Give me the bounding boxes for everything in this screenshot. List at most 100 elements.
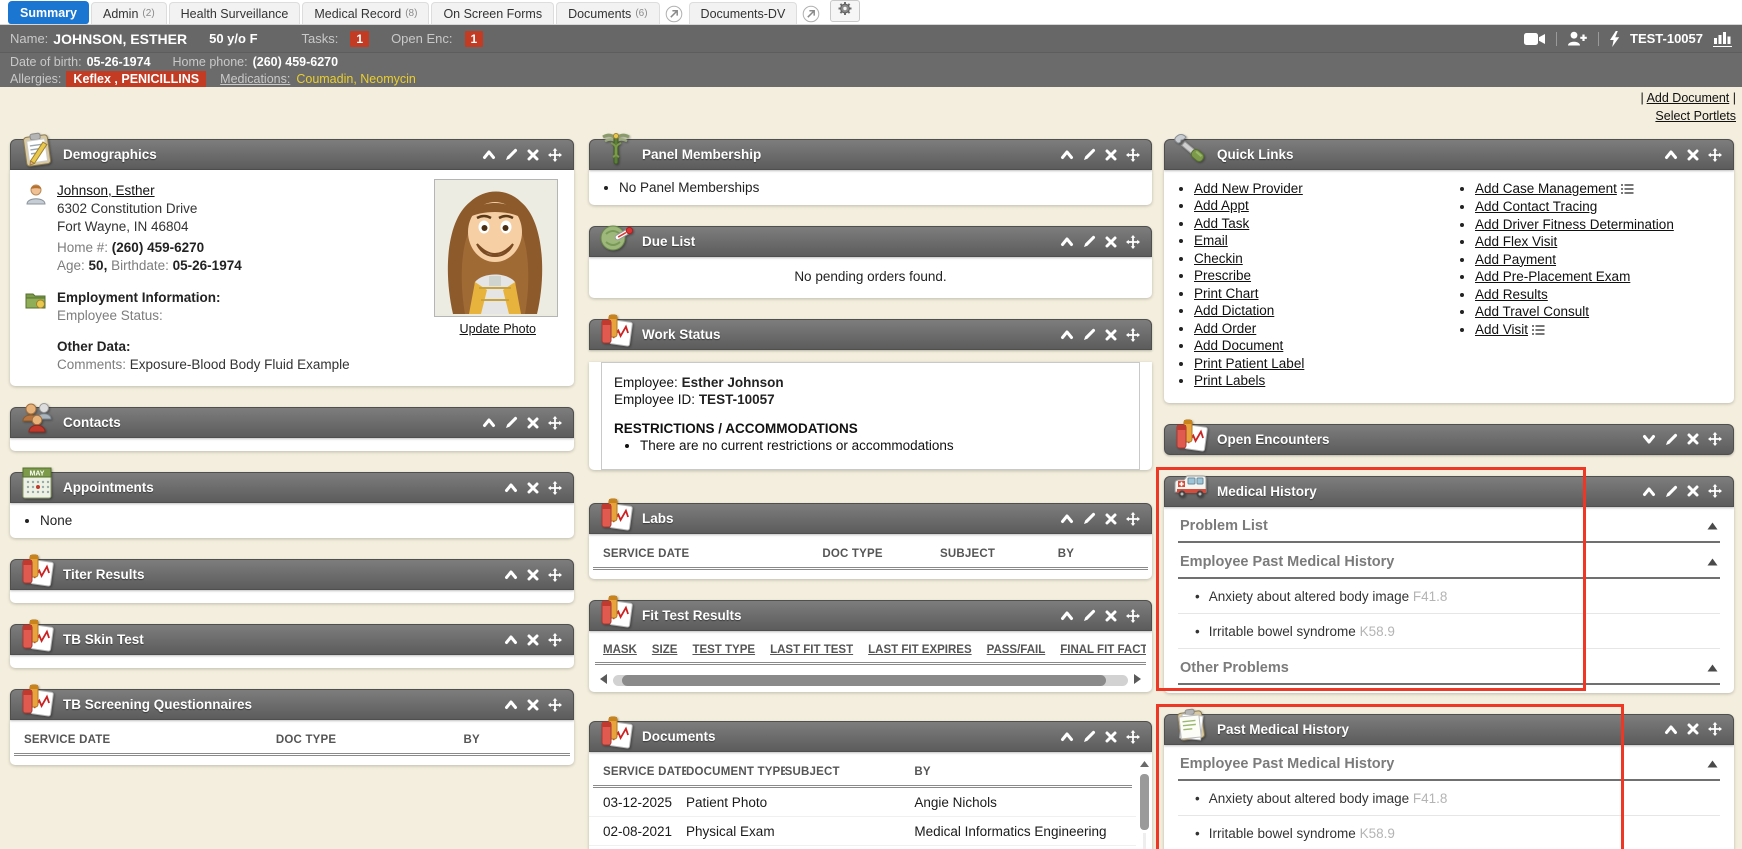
scroll-left-icon[interactable]: [599, 673, 608, 688]
medications-value[interactable]: Coumadin, Neomycin: [296, 72, 416, 86]
history-section-header-other-problems[interactable]: Other Problems: [1178, 649, 1720, 685]
close-icon[interactable]: [1105, 731, 1117, 743]
allergies-badge[interactable]: Keflex , PENICILLINS: [66, 71, 206, 87]
close-icon[interactable]: [1687, 485, 1699, 497]
quick-link-prescribe[interactable]: Prescribe: [1194, 268, 1251, 283]
history-item[interactable]: •Anxiety about altered body image F41.8: [1178, 781, 1720, 816]
section-collapse-icon[interactable]: [1707, 660, 1718, 676]
close-icon[interactable]: [527, 569, 539, 581]
collapse-icon[interactable]: [1642, 486, 1656, 497]
chart-icon[interactable]: [1713, 31, 1732, 47]
quick-link-add-pre-placement-exam[interactable]: Add Pre-Placement Exam: [1475, 269, 1630, 284]
quick-link-add-visit[interactable]: Add Visit: [1475, 322, 1528, 337]
close-icon[interactable]: [1105, 329, 1117, 341]
history-item[interactable]: •Anxiety about altered body image F41.8: [1178, 579, 1720, 614]
close-icon[interactable]: [527, 634, 539, 646]
video-camera-icon[interactable]: [1524, 32, 1546, 46]
collapse-icon[interactable]: [1664, 724, 1678, 735]
collapse-icon[interactable]: [504, 634, 518, 645]
quick-link-add-travel-consult[interactable]: Add Travel Consult: [1475, 304, 1589, 319]
tab-settings-button[interactable]: [830, 0, 860, 22]
panel-membership-header[interactable]: Panel Membership: [589, 139, 1152, 170]
add-document-link[interactable]: Add Document: [1647, 91, 1730, 105]
move-icon[interactable]: [1708, 484, 1722, 498]
move-icon[interactable]: [548, 481, 562, 495]
expand-icon[interactable]: [1642, 434, 1656, 445]
close-icon[interactable]: [1687, 723, 1699, 735]
tab-on-screen-forms[interactable]: On Screen Forms: [431, 2, 554, 24]
quick-link-add-new-provider[interactable]: Add New Provider: [1194, 181, 1303, 196]
labs-header[interactable]: Labs: [589, 503, 1152, 534]
quick-link-add-contact-tracing[interactable]: Add Contact Tracing: [1475, 199, 1597, 214]
quick-link-add-flex-visit[interactable]: Add Flex Visit: [1475, 234, 1557, 249]
move-icon[interactable]: [1126, 512, 1140, 526]
close-icon[interactable]: [527, 482, 539, 494]
quick-link-print-chart[interactable]: Print Chart: [1194, 286, 1259, 301]
contacts-header[interactable]: Contacts: [10, 407, 574, 438]
close-icon[interactable]: [1687, 433, 1699, 445]
select-portlets-link[interactable]: Select Portlets: [1655, 109, 1736, 123]
history-section-header-employee-past-medical-history[interactable]: Employee Past Medical History: [1178, 543, 1720, 579]
move-icon[interactable]: [548, 698, 562, 712]
menu-list-icon[interactable]: [1621, 182, 1634, 197]
close-icon[interactable]: [1105, 236, 1117, 248]
horizontal-scrollbar[interactable]: [599, 673, 1142, 692]
past-medical-history-header[interactable]: Past Medical History: [1164, 714, 1734, 745]
quick-link-add-dictation[interactable]: Add Dictation: [1194, 303, 1274, 318]
close-icon[interactable]: [1105, 149, 1117, 161]
quick-link-add-driver-fitness-determination[interactable]: Add Driver Fitness Determination: [1475, 217, 1674, 232]
close-icon[interactable]: [1105, 610, 1117, 622]
edit-icon[interactable]: [505, 148, 518, 161]
lightning-icon[interactable]: [1609, 31, 1620, 47]
collapse-icon[interactable]: [504, 699, 518, 710]
tab-admin[interactable]: Admin(2): [91, 2, 167, 24]
move-icon[interactable]: [1126, 235, 1140, 249]
medical-history-header[interactable]: Medical History: [1164, 476, 1734, 507]
move-icon[interactable]: [1708, 432, 1722, 446]
table-row[interactable]: 02-08-2021Physical ExamMedical Informati…: [589, 817, 1136, 846]
fit-test-column-header[interactable]: MASK: [603, 644, 637, 656]
tasks-count-badge[interactable]: 1: [350, 31, 369, 47]
open-enc-count-badge[interactable]: 1: [465, 31, 484, 47]
edit-icon[interactable]: [1083, 730, 1096, 743]
vertical-scrollbar[interactable]: [1136, 752, 1152, 849]
history-item[interactable]: •Irritable bowel syndrome K58.9: [1178, 816, 1720, 849]
due-list-header[interactable]: Due List: [589, 226, 1152, 257]
titer-results-header[interactable]: Titer Results: [10, 559, 574, 590]
move-icon[interactable]: [548, 633, 562, 647]
demographics-header[interactable]: Demographics: [10, 139, 574, 170]
collapse-icon[interactable]: [1060, 610, 1074, 621]
tb-screening-header[interactable]: TB Screening Questionnaires: [10, 689, 574, 720]
quick-links-header[interactable]: Quick Links: [1164, 139, 1734, 170]
collapse-icon[interactable]: [504, 482, 518, 493]
section-collapse-icon[interactable]: [1707, 518, 1718, 534]
edit-icon[interactable]: [1083, 512, 1096, 525]
fit-test-header[interactable]: Fit Test Results: [589, 600, 1152, 631]
close-icon[interactable]: [527, 417, 539, 429]
collapse-icon[interactable]: [1060, 149, 1074, 160]
tab-summary[interactable]: Summary: [8, 1, 89, 24]
tab-health-surveillance[interactable]: Health Surveillance: [169, 2, 301, 24]
quick-link-add-appt[interactable]: Add Appt: [1194, 198, 1249, 213]
history-section-header-problem-list[interactable]: Problem List: [1178, 507, 1720, 543]
quick-link-add-results[interactable]: Add Results: [1475, 287, 1548, 302]
fit-test-column-header[interactable]: FINAL FIT FACTOR: [1060, 644, 1146, 656]
quick-link-email[interactable]: Email: [1194, 233, 1228, 248]
quick-link-add-case-management[interactable]: Add Case Management: [1475, 181, 1617, 196]
collapse-icon[interactable]: [1060, 329, 1074, 340]
work-status-header[interactable]: Work Status: [589, 319, 1152, 350]
fit-test-column-header[interactable]: TEST TYPE: [692, 644, 755, 656]
edit-icon[interactable]: [1665, 485, 1678, 498]
collapse-icon[interactable]: [1060, 731, 1074, 742]
close-icon[interactable]: [1105, 513, 1117, 525]
open-encounters-header[interactable]: Open Encounters: [1164, 424, 1734, 455]
scrollbar-track[interactable]: [1143, 833, 1146, 849]
quick-link-add-task[interactable]: Add Task: [1194, 216, 1249, 231]
menu-list-icon[interactable]: [1532, 323, 1545, 338]
collapse-icon[interactable]: [1060, 513, 1074, 524]
tb-skin-test-header[interactable]: TB Skin Test: [10, 624, 574, 655]
fit-test-column-header[interactable]: PASS/FAIL: [987, 644, 1046, 656]
quick-link-checkin[interactable]: Checkin: [1194, 251, 1243, 266]
collapse-icon[interactable]: [504, 569, 518, 580]
patient-name-link[interactable]: Johnson, Esther: [57, 183, 155, 198]
